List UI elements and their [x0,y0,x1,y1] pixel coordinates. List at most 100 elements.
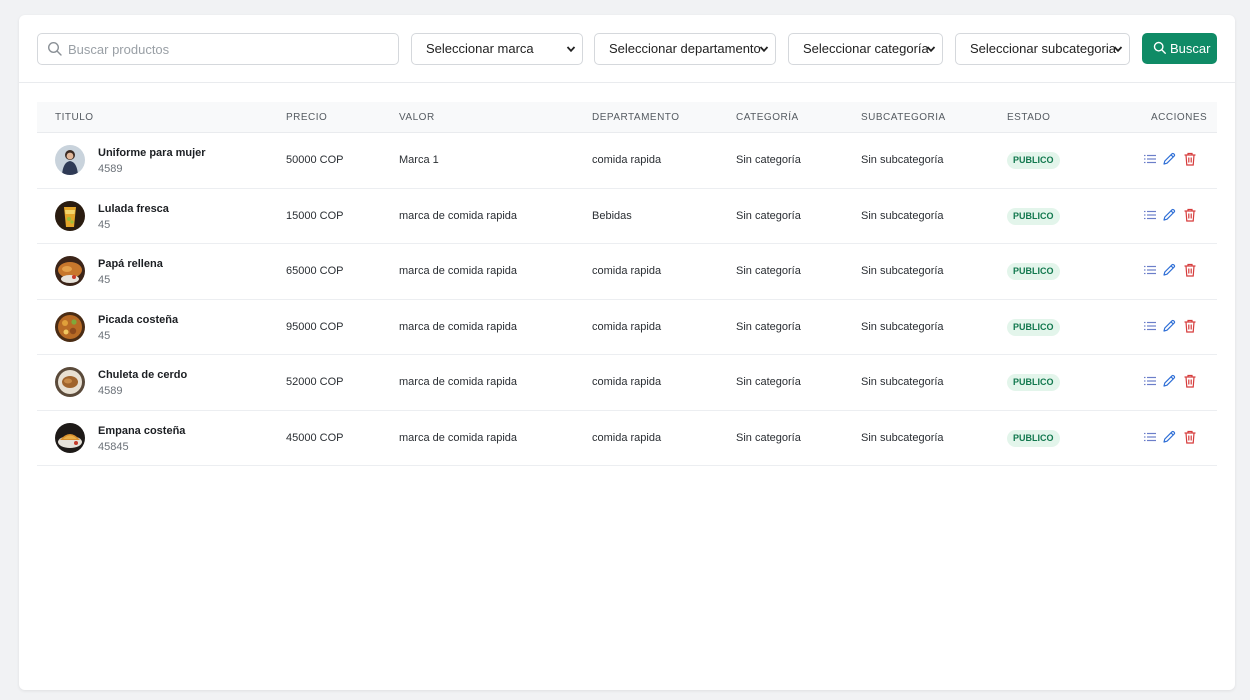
product-category: Sin categoría [736,265,801,277]
product-price: 65000 COP [286,265,344,277]
product-subcategory: Sin subcategoría [861,320,944,333]
product-price: 52000 COP [286,376,344,388]
col-subcategory[interactable]: SUBCATEGORIA [861,102,946,133]
table-row[interactable]: Picada costeña 45 95000 COP marca de com… [37,300,1217,355]
product-subcategory: Sin subcategoría [861,154,944,166]
list-icon[interactable] [1143,374,1157,388]
list-icon[interactable] [1143,319,1157,333]
product-department: comida rapida [592,265,662,277]
search-button[interactable]: Buscar [1142,33,1217,64]
status-badge: PUBLICO [1007,152,1060,169]
product-thumbnail [55,311,85,342]
product-title: Empana costeña [98,424,186,437]
search-button-label: Buscar [1170,41,1211,56]
product-title: Uniforme para mujer [98,147,206,159]
product-department: comida rapida [592,154,662,166]
brand-select-label: Seleccionar marca [426,41,534,56]
chevron-down-icon [566,46,576,53]
status-badge: PUBLICO [1007,207,1060,225]
product-thumbnail [55,145,85,175]
pencil-icon[interactable] [1162,152,1176,166]
chevron-down-icon [926,46,936,53]
product-title: Lulada fresca [98,202,169,215]
col-price[interactable]: PRECIO [286,102,327,133]
brand-select[interactable]: Seleccionar marca [411,33,583,65]
product-brand: marca de comida rapida [399,376,518,388]
filter-toolbar: Seleccionar marca Seleccionar departamen… [19,15,1235,83]
table-header: TITULO PRECIO VALOR DEPARTAMENTO CATEGOR… [37,102,1217,133]
pencil-icon[interactable] [1162,430,1176,444]
col-brand[interactable]: VALOR [399,102,435,133]
pencil-icon[interactable] [1162,319,1176,333]
product-subcategory: Sin subcategoría [861,376,944,388]
list-icon[interactable] [1143,430,1157,444]
pencil-icon[interactable] [1162,263,1176,277]
product-category: Sin categoría [736,154,801,166]
col-department[interactable]: DEPARTAMENTO [592,102,680,133]
product-brand: marca de comida rapida [399,320,518,333]
table-row[interactable]: Lulada fresca 45 15000 COP marca de comi… [37,189,1217,244]
product-subcategory: Sin subcategoría [861,431,944,444]
col-status[interactable]: ESTADO [1007,102,1050,133]
product-code: 45845 [98,440,129,453]
product-title: Papá rellena [98,258,163,270]
subcategory-select[interactable]: Seleccionar subcategoria [955,33,1130,65]
product-brand: marca de comida rapida [399,209,518,222]
category-select-label: Seleccionar categoría [803,41,929,56]
product-category: Sin categoría [736,320,801,333]
product-department: comida rapida [592,320,662,333]
search-box[interactable] [37,33,399,65]
category-select[interactable]: Seleccionar categoría [788,33,943,65]
list-icon[interactable] [1143,263,1157,277]
product-thumbnail [55,200,85,231]
product-price: 15000 COP [286,209,344,222]
product-code: 45 [98,218,111,231]
trash-icon[interactable] [1183,263,1197,277]
search-icon [1153,41,1166,54]
product-price: 50000 COP [286,154,344,166]
table-row[interactable]: Empana costeña 45845 45000 COP marca de … [37,411,1217,466]
product-department: Bebidas [592,209,632,222]
pencil-icon[interactable] [1162,374,1176,388]
product-price: 45000 COP [286,431,344,444]
product-subcategory: Sin subcategoría [861,265,944,277]
table-row[interactable]: Uniforme para mujer 4589 50000 COP Marca… [37,133,1217,189]
product-code: 45 [98,329,111,342]
status-badge: PUBLICO [1007,374,1060,391]
product-code: 45 [98,274,111,286]
status-badge: PUBLICO [1007,429,1060,447]
table-row[interactable]: Papá rellena 45 65000 COP marca de comid… [37,244,1217,300]
search-input[interactable] [68,34,393,64]
chevron-down-icon [759,46,769,53]
list-icon[interactable] [1143,152,1157,166]
chevron-down-icon [1113,46,1123,53]
col-category[interactable]: CATEGORÍA [736,102,799,133]
product-category: Sin categoría [736,209,801,222]
department-select-label: Seleccionar departamento [609,41,761,56]
product-brand: marca de comida rapida [399,431,518,444]
product-thumbnail [55,367,85,397]
pencil-icon[interactable] [1162,208,1176,222]
products-card: Seleccionar marca Seleccionar departamen… [19,15,1235,690]
product-brand: marca de comida rapida [399,265,518,277]
product-title: Chuleta de cerdo [98,369,188,381]
table-row[interactable]: Chuleta de cerdo 4589 52000 COP marca de… [37,355,1217,411]
product-subcategory: Sin subcategoría [861,209,944,222]
trash-icon[interactable] [1183,430,1197,444]
department-select[interactable]: Seleccionar departamento [594,33,776,65]
product-department: comida rapida [592,376,662,388]
product-brand: Marca 1 [399,154,439,166]
search-icon [47,41,62,56]
subcategory-select-label: Seleccionar subcategoria [970,41,1116,56]
product-price: 95000 COP [286,320,344,333]
product-category: Sin categoría [736,431,801,444]
col-title[interactable]: TITULO [55,102,94,133]
status-badge: PUBLICO [1007,263,1060,280]
list-icon[interactable] [1143,208,1157,222]
trash-icon[interactable] [1183,208,1197,222]
product-department: comida rapida [592,431,662,444]
trash-icon[interactable] [1183,319,1197,333]
trash-icon[interactable] [1183,374,1197,388]
product-code: 4589 [98,163,123,175]
trash-icon[interactable] [1183,152,1197,166]
